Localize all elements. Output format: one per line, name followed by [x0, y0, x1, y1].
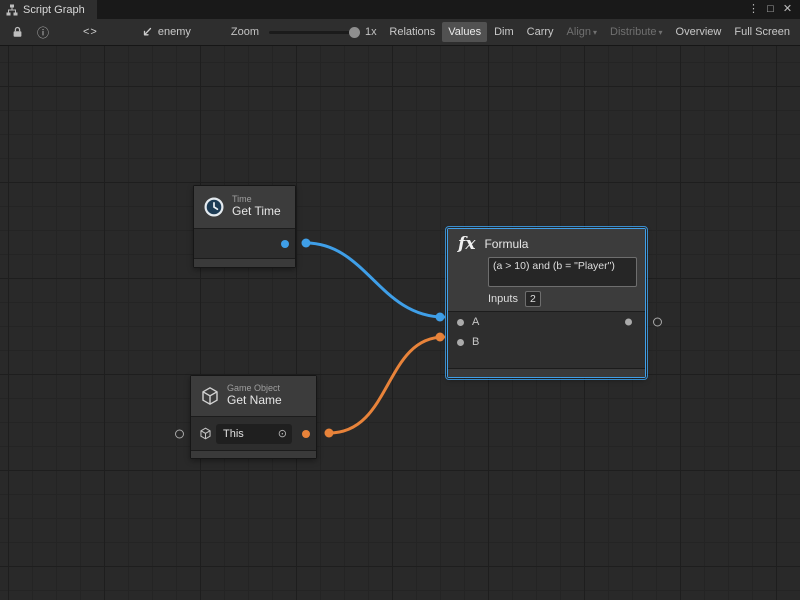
formula-input-port-a[interactable] — [457, 319, 464, 326]
window-controls: ⋮ □ ✕ — [745, 0, 796, 19]
graph-pointer-icon — [141, 26, 153, 38]
clock-icon — [203, 196, 225, 218]
get-time-output-port[interactable] — [281, 240, 289, 248]
formula-output-port-outer[interactable] — [653, 318, 662, 327]
port-label-a: A — [472, 316, 479, 328]
connection-wires — [0, 46, 800, 600]
target-object-field[interactable]: This ⊙ — [216, 424, 292, 444]
fullscreen-button[interactable]: Full Screen — [728, 22, 796, 42]
formula-output-port[interactable] — [625, 319, 632, 326]
node-title: Formula — [484, 237, 528, 251]
formula-icon: fx — [458, 234, 475, 254]
carry-button[interactable]: Carry — [521, 22, 560, 42]
graph-canvas[interactable]: Time Get Time fx Formula (a > 10) and (b… — [0, 46, 800, 600]
title-bar: Script Graph ⋮ □ ✕ — [0, 0, 800, 19]
node-get-time[interactable]: Time Get Time — [193, 185, 296, 268]
lock-button[interactable] — [8, 22, 26, 42]
close-button[interactable]: ✕ — [779, 0, 796, 19]
node-formula-header[interactable]: fx Formula (a > 10) and (b = "Player") I… — [448, 229, 645, 311]
wire-start-dot-orange — [325, 429, 334, 438]
code-view-button[interactable]: <> — [78, 24, 103, 40]
target-object-value: This — [223, 428, 244, 440]
get-name-output-port[interactable] — [302, 430, 310, 438]
wire-get-name-to-formula-b[interactable] — [329, 337, 444, 433]
relations-button[interactable]: Relations — [383, 22, 441, 42]
zoom-slider[interactable] — [269, 25, 357, 39]
formula-ports-section: A B — [448, 311, 645, 368]
node-get-name-body: This ⊙ — [191, 416, 316, 450]
tab-script-graph[interactable]: Script Graph — [0, 0, 97, 19]
zoom-slider-handle[interactable] — [349, 27, 360, 38]
node-get-time-header[interactable]: Time Get Time — [194, 186, 295, 228]
node-footer — [194, 258, 295, 267]
node-title: Get Time — [232, 205, 281, 218]
overview-button[interactable]: Overview — [670, 22, 728, 42]
zoom-slider-track[interactable] — [269, 31, 357, 34]
node-formula[interactable]: fx Formula (a > 10) and (b = "Player") I… — [447, 228, 646, 378]
formula-expression-input[interactable]: (a > 10) and (b = "Player") — [488, 257, 637, 287]
node-footer — [191, 450, 316, 458]
maximize-button[interactable]: □ — [762, 0, 779, 19]
cube-icon — [200, 386, 220, 406]
node-title: Get Name — [227, 394, 282, 407]
get-name-target-input-port[interactable] — [175, 429, 184, 438]
inputs-label: Inputs — [488, 293, 518, 305]
lock-icon — [12, 26, 23, 38]
wire-get-time-to-formula-a[interactable] — [306, 243, 444, 317]
object-picker-icon[interactable]: ⊙ — [278, 427, 287, 440]
inputs-count-field[interactable]: 2 — [525, 291, 541, 307]
node-get-time-body — [194, 228, 295, 258]
tab-title: Script Graph — [23, 4, 85, 16]
cube-icon-small — [199, 427, 212, 440]
script-graph-icon — [6, 0, 18, 20]
distribute-button: Distribute▾ — [604, 22, 668, 42]
values-button[interactable]: Values — [442, 22, 487, 42]
zoom-value: 1x — [365, 26, 377, 38]
formula-port-row-b: B — [448, 332, 645, 352]
graph-name-label: enemy — [158, 26, 191, 38]
graph-breadcrumb[interactable]: enemy — [141, 26, 191, 38]
wire-start-dot-blue — [302, 239, 311, 248]
toolbar-buttons: Relations Values Dim Carry Align▾ Distri… — [383, 22, 796, 42]
zoom-label: Zoom — [231, 26, 259, 38]
align-button: Align▾ — [561, 22, 603, 42]
window-menu-button[interactable]: ⋮ — [745, 0, 762, 19]
formula-port-row-a: A — [448, 312, 645, 332]
dim-button[interactable]: Dim — [488, 22, 520, 42]
wire-end-dot-blue — [436, 313, 445, 322]
node-footer — [448, 368, 645, 377]
info-button[interactable]: ⓘ — [34, 22, 52, 42]
chevron-down-icon: ▾ — [659, 28, 663, 37]
node-get-name[interactable]: Game Object Get Name This ⊙ — [190, 375, 317, 459]
formula-input-port-b[interactable] — [457, 339, 464, 346]
port-label-b: B — [472, 336, 479, 348]
graph-toolbar: ⓘ <> enemy Zoom 1x Relations Values Dim … — [0, 19, 800, 46]
chevron-down-icon: ▾ — [593, 28, 597, 37]
wire-end-dot-orange — [436, 333, 445, 342]
node-get-name-header[interactable]: Game Object Get Name — [191, 376, 316, 416]
